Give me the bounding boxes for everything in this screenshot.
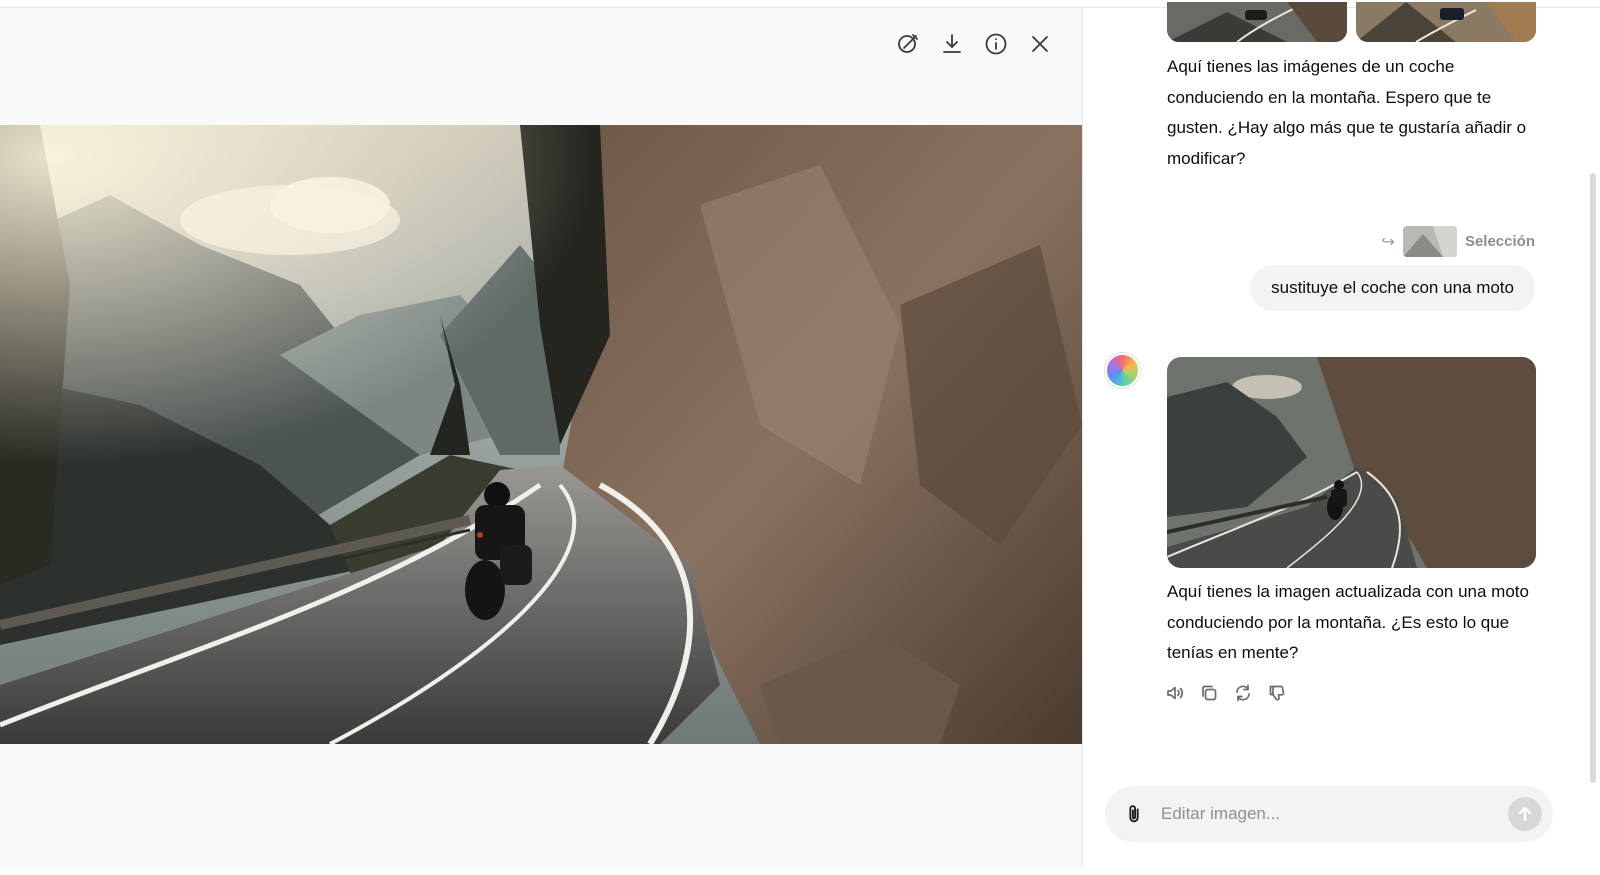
selection-reference: ↪ Selección xyxy=(1382,226,1535,257)
copy-button[interactable] xyxy=(1199,683,1219,703)
selection-label: Selección xyxy=(1464,233,1535,250)
regenerate-icon xyxy=(1236,684,1250,702)
chat-scrollbar[interactable] xyxy=(1590,173,1596,783)
edit-brush-button[interactable] xyxy=(894,30,922,58)
edit-brush-icon xyxy=(898,34,918,53)
previous-image-1[interactable] xyxy=(1167,2,1347,42)
message-actions xyxy=(1165,683,1287,703)
paperclip-icon xyxy=(1129,805,1139,823)
info-icon xyxy=(985,33,1007,55)
close-icon xyxy=(1032,36,1048,52)
viewer-toolbar xyxy=(894,30,1054,58)
image-viewer xyxy=(0,8,1082,867)
user-message: sustituye el coche con una moto xyxy=(1250,265,1535,311)
assistant-message-1: Aquí tienes las imágenes de un coche con… xyxy=(1167,57,1527,168)
chat-panel: Aquí tienes las imágenes de un coche con… xyxy=(1082,2,1600,867)
download-icon xyxy=(943,34,961,53)
reply-arrow-icon: ↪ xyxy=(1381,233,1395,251)
assistant-message-2: Aquí tienes la imagen actualizada con un… xyxy=(1167,582,1529,662)
close-button[interactable] xyxy=(1026,30,1054,58)
send-button[interactable] xyxy=(1508,797,1542,831)
composer xyxy=(1105,786,1553,842)
arrow-up-icon xyxy=(1518,806,1532,822)
thumbs-down-button[interactable] xyxy=(1267,683,1287,703)
selection-thumbnail[interactable] xyxy=(1402,226,1457,257)
edit-image-input[interactable] xyxy=(1161,804,1508,824)
download-button[interactable] xyxy=(938,30,966,58)
regenerate-button[interactable] xyxy=(1233,683,1253,703)
thumbs-down-icon xyxy=(1269,685,1285,701)
previous-image-2[interactable] xyxy=(1356,2,1536,42)
info-button[interactable] xyxy=(982,30,1010,58)
main-image-motorcycle-mountain-road xyxy=(0,125,1082,744)
speaker-icon xyxy=(1167,686,1184,700)
read-aloud-button[interactable] xyxy=(1165,683,1185,703)
generated-image-motorcycle[interactable] xyxy=(1167,357,1536,568)
copy-icon xyxy=(1202,685,1217,701)
assistant-avatar xyxy=(1105,353,1140,388)
attach-button[interactable] xyxy=(1123,803,1145,825)
previous-images xyxy=(1167,2,1536,42)
